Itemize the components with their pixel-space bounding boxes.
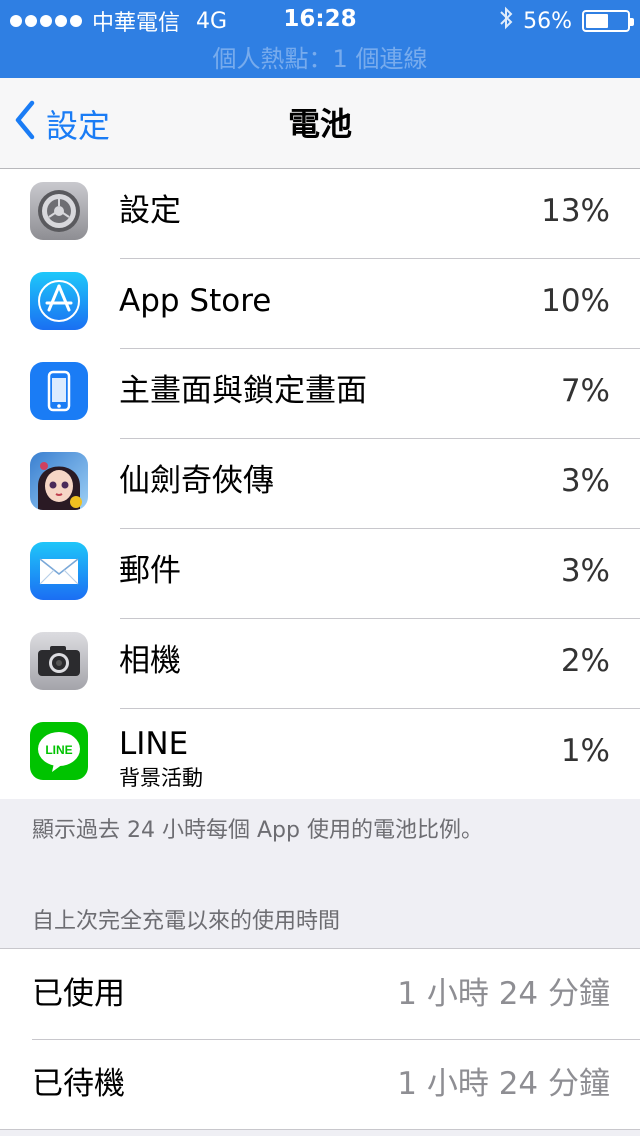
section-header: 自上次完全充電以來的使用時間: [32, 909, 341, 934]
app-name: 仙劍奇俠傳: [119, 463, 274, 499]
app-name: 郵件: [119, 553, 181, 589]
app-usage-list: 設定 13% App Store 10% 主畫面與鎖定畫面 7% 仙劍奇俠傳 3…: [0, 169, 640, 799]
usage-row-standby: 已待機 1 小時 24 分鐘: [0, 1039, 640, 1129]
battery-icon: [582, 10, 634, 32]
usage-time-group: 已使用 1 小時 24 分鐘 已待機 1 小時 24 分鐘: [0, 948, 640, 1130]
camera-icon: [30, 632, 88, 690]
usage-footnote: 顯示過去 24 小時每個 App 使用的電池比例。: [32, 818, 483, 843]
app-name: 主畫面與鎖定畫面: [119, 373, 367, 409]
page-title: 電池: [287, 105, 352, 143]
app-percent: 1%: [560, 733, 610, 769]
phone-screen-icon: [30, 362, 88, 420]
usage-value: 1 小時 24 分鐘: [397, 1066, 610, 1102]
list-item[interactable]: 主畫面與鎖定畫面 7%: [0, 349, 640, 439]
app-percent: 10%: [541, 283, 610, 319]
list-item[interactable]: 郵件 3%: [0, 529, 640, 619]
app-percent: 2%: [560, 643, 610, 679]
mail-envelope-icon: [30, 542, 88, 600]
list-item[interactable]: App Store 10%: [0, 259, 640, 349]
hotspot-banner[interactable]: 個人熱點：1 個連線: [0, 40, 640, 78]
app-name: 設定: [119, 193, 181, 229]
usage-value: 1 小時 24 分鐘: [397, 976, 610, 1012]
app-percent: 13%: [541, 193, 610, 229]
usage-row-used: 已使用 1 小時 24 分鐘: [0, 949, 640, 1039]
list-item[interactable]: 相機 2%: [0, 619, 640, 709]
bluetooth-icon: [499, 6, 513, 36]
app-percent: 3%: [560, 463, 610, 499]
status-bar: 中華電信 4G 16:28 56%: [0, 0, 640, 40]
app-store-icon: [30, 272, 88, 330]
app-name: 相機: [119, 643, 181, 679]
status-right: 56%: [499, 6, 634, 36]
app-subtitle: 背景活動: [119, 766, 203, 790]
battery-fill: [586, 14, 609, 28]
app-name: LINE: [119, 726, 189, 762]
app-percent: 3%: [560, 553, 610, 589]
usage-label: 已待機: [32, 1066, 125, 1102]
game-character-icon: [30, 452, 88, 510]
usage-label: 已使用: [32, 976, 125, 1012]
app-percent: 7%: [560, 373, 610, 409]
navigation-bar: 設定 電池: [0, 78, 640, 169]
list-item[interactable]: 設定 13%: [0, 169, 640, 259]
app-name: App Store: [119, 283, 272, 319]
battery-percent: 56%: [523, 8, 572, 34]
settings-gear-icon: [30, 182, 88, 240]
list-item[interactable]: 仙劍奇俠傳 3%: [0, 439, 640, 529]
list-item[interactable]: LINE LINE 背景活動 1%: [0, 709, 640, 799]
svg-text:LINE: LINE: [45, 743, 72, 757]
line-app-icon: LINE: [30, 722, 88, 780]
